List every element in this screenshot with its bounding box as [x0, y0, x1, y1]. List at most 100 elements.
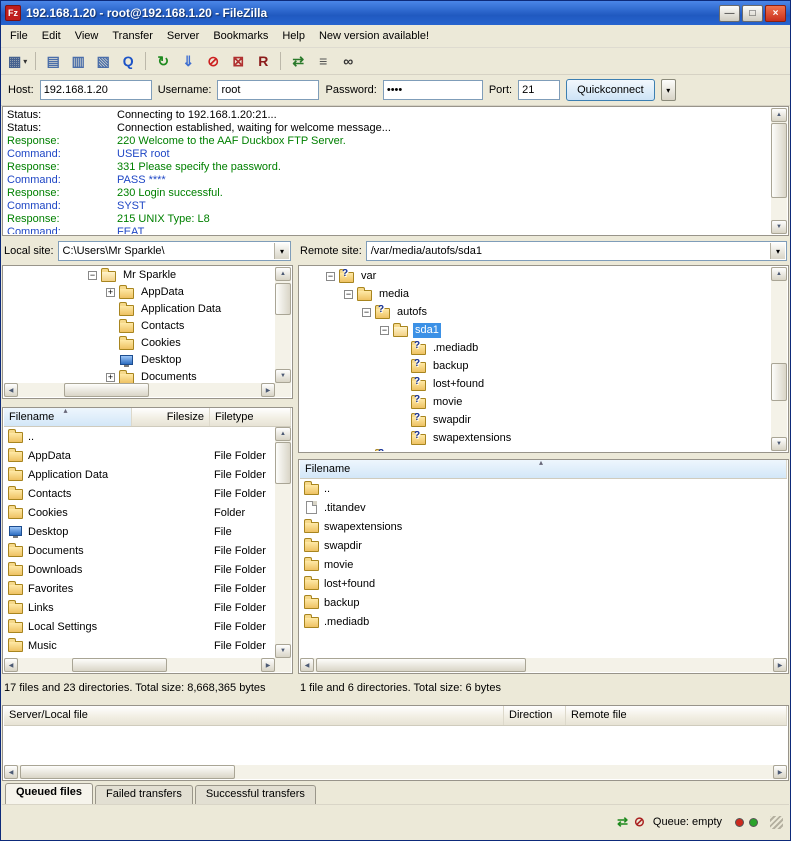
tree-item-sda1[interactable]: sda1 — [300, 321, 771, 339]
tab-successful-transfers[interactable]: Successful transfers — [195, 785, 316, 804]
local-file-row-desktop[interactable]: DesktopFile — [4, 522, 275, 541]
local-tree-vertical-scrollbar[interactable] — [275, 267, 291, 383]
tab-failed-transfers[interactable]: Failed transfers — [95, 785, 193, 804]
tree-expander-icon[interactable] — [106, 288, 115, 297]
local-file-row-cookies[interactable]: CookiesFolder — [4, 503, 275, 522]
remote-file-row-titandev[interactable]: .titandev — [300, 498, 787, 517]
tree-item-mr-sparkle[interactable]: Mr Sparkle — [4, 267, 275, 284]
title-bar[interactable]: Fz 192.168.1.20 - root@192.168.1.20 - Fi… — [1, 1, 790, 25]
tree-item-swapextensions[interactable]: swapextensions — [300, 429, 771, 447]
cancel-icon[interactable]: ⊘ — [201, 50, 225, 73]
combo-dropdown-icon[interactable] — [274, 243, 289, 259]
scroll-down-button[interactable] — [275, 644, 291, 658]
column-header-server-local-file[interactable]: Server/Local file — [4, 706, 504, 725]
combo-dropdown-icon[interactable] — [770, 243, 785, 259]
password-input[interactable] — [383, 80, 483, 100]
local-file-row-links[interactable]: LinksFile Folder — [4, 598, 275, 617]
scroll-thumb[interactable] — [64, 383, 149, 397]
scroll-left-button[interactable] — [300, 658, 314, 672]
tree-item-appdata[interactable]: AppData — [4, 284, 275, 301]
menu-item-bookmarks[interactable]: Bookmarks — [206, 27, 275, 45]
scroll-thumb[interactable] — [20, 765, 235, 779]
scroll-down-button[interactable] — [771, 220, 787, 234]
local-file-row-item[interactable]: .. — [4, 427, 275, 446]
remote-file-row-backup[interactable]: backup — [300, 593, 787, 612]
reconnect-icon[interactable]: R — [251, 50, 275, 73]
column-header-remote-file[interactable]: Remote file — [566, 706, 787, 725]
username-input[interactable] — [217, 80, 319, 100]
process-queue-icon[interactable]: ⇓ — [176, 50, 200, 73]
tree-item-dvd[interactable]: dvd — [300, 447, 771, 451]
scroll-right-button[interactable] — [773, 765, 787, 779]
local-list-horizontal-scrollbar[interactable] — [4, 658, 275, 672]
scroll-left-button[interactable] — [4, 658, 18, 672]
scroll-up-button[interactable] — [771, 108, 787, 122]
remote-list-horizontal-scrollbar[interactable] — [300, 658, 787, 672]
scroll-down-button[interactable] — [275, 369, 291, 383]
column-header-filesize[interactable]: Filesize — [132, 408, 210, 426]
tree-item-lost-found[interactable]: lost+found — [300, 375, 771, 393]
tab-queued-files[interactable]: Queued files — [5, 783, 93, 804]
tree-item-contacts[interactable]: Contacts — [4, 318, 275, 335]
menu-item-edit[interactable]: Edit — [35, 27, 68, 45]
menu-item-file[interactable]: File — [3, 27, 35, 45]
host-input[interactable] — [40, 80, 152, 100]
site-manager-icon[interactable]: ▦ — [5, 50, 30, 73]
tree-item-backup[interactable]: backup — [300, 357, 771, 375]
directory-comparison-icon[interactable]: ≡ — [311, 50, 335, 73]
scroll-thumb[interactable] — [771, 123, 787, 198]
toggle-message-log-icon[interactable]: ▤ — [41, 50, 65, 73]
toggle-queue-icon[interactable]: Q — [116, 50, 140, 73]
menu-item-server[interactable]: Server — [160, 27, 206, 45]
scroll-thumb[interactable] — [72, 658, 167, 672]
remote-file-row-swapextensions[interactable]: swapextensions — [300, 517, 787, 536]
tree-item-desktop[interactable]: Desktop — [4, 352, 275, 369]
scroll-left-button[interactable] — [4, 765, 18, 779]
tree-item-application-data[interactable]: Application Data — [4, 301, 275, 318]
close-button[interactable]: × — [765, 5, 786, 22]
local-file-row-appdata[interactable]: AppDataFile Folder — [4, 446, 275, 465]
scroll-thumb[interactable] — [275, 283, 291, 315]
transfer-activity-icon[interactable]: ⇄ — [617, 814, 628, 830]
tree-item-mediadb[interactable]: .mediadb — [300, 339, 771, 357]
resize-grip[interactable] — [770, 816, 783, 829]
quickconnect-button[interactable]: Quickconnect — [566, 79, 655, 101]
scroll-right-button[interactable] — [261, 383, 275, 397]
quickconnect-dropdown-button[interactable] — [661, 79, 676, 101]
tree-expander-icon[interactable] — [88, 271, 97, 280]
scroll-up-button[interactable] — [275, 427, 291, 441]
tree-expander-icon[interactable] — [380, 326, 389, 335]
local-file-row-application-data[interactable]: Application DataFile Folder — [4, 465, 275, 484]
tree-item-media[interactable]: media — [300, 285, 771, 303]
minimize-button[interactable]: — — [719, 5, 740, 22]
tree-expander-icon[interactable] — [362, 308, 371, 317]
scroll-thumb[interactable] — [316, 658, 526, 672]
port-input[interactable] — [518, 80, 560, 100]
scroll-left-button[interactable] — [4, 383, 18, 397]
local-tree-horizontal-scrollbar[interactable] — [4, 383, 275, 397]
local-file-row-contacts[interactable]: ContactsFile Folder — [4, 484, 275, 503]
queue-horizontal-scrollbar[interactable] — [4, 765, 787, 779]
log-vertical-scrollbar[interactable] — [771, 108, 787, 234]
toolbar-dropdown-arrow-icon[interactable] — [21, 55, 27, 67]
tree-item-cookies[interactable]: Cookies — [4, 335, 275, 352]
scroll-right-button[interactable] — [261, 658, 275, 672]
scroll-up-button[interactable] — [275, 267, 291, 281]
local-list-vertical-scrollbar[interactable] — [275, 427, 291, 658]
scroll-down-button[interactable] — [771, 437, 787, 451]
tree-expander-icon[interactable] — [106, 373, 115, 382]
menu-item-new-version-available[interactable]: New version available! — [312, 27, 436, 45]
menu-item-help[interactable]: Help — [275, 27, 312, 45]
remote-tree-vertical-scrollbar[interactable] — [771, 267, 787, 451]
tree-expander-icon[interactable] — [326, 272, 335, 281]
toggle-local-tree-icon[interactable]: ▥ — [66, 50, 90, 73]
local-file-row-downloads[interactable]: DownloadsFile Folder — [4, 560, 275, 579]
tree-expander-icon[interactable] — [344, 290, 353, 299]
remote-file-row-swapdir[interactable]: swapdir — [300, 536, 787, 555]
menu-item-view[interactable]: View — [68, 27, 106, 45]
remote-file-row-lost-found[interactable]: lost+found — [300, 574, 787, 593]
local-file-row-local-settings[interactable]: Local SettingsFile Folder — [4, 617, 275, 636]
menu-item-transfer[interactable]: Transfer — [105, 27, 160, 45]
local-site-combo[interactable]: C:\Users\Mr Sparkle\ — [58, 241, 291, 261]
remote-site-combo[interactable]: /var/media/autofs/sda1 — [366, 241, 787, 261]
